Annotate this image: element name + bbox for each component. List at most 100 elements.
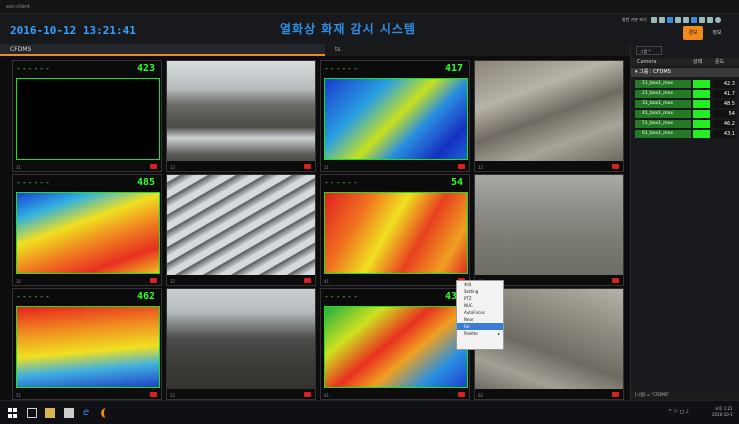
record-icon[interactable] [150, 278, 157, 283]
row-camera-name: 21_box1_max [635, 90, 691, 98]
visual-view-42[interactable]: 42 [474, 174, 624, 286]
layout-2x2-icon[interactable] [658, 17, 665, 23]
status-row[interactable]: 41_box1_max 54 [635, 110, 737, 118]
visual-view-12[interactable]: 12 [166, 60, 316, 172]
menu-item-near[interactable]: Near [457, 316, 503, 323]
status-indicator [693, 120, 710, 128]
filter-footer: [그룹] = "CFDMS" [631, 390, 739, 400]
camera-image [167, 61, 315, 171]
record-icon[interactable] [150, 164, 157, 169]
info-button[interactable]: 정보 [707, 26, 727, 40]
camera-id: 51 [16, 393, 22, 398]
row-temp: 42.3 [713, 80, 735, 88]
visual-view-32[interactable]: 32 [166, 174, 316, 286]
settings-icon[interactable] [682, 17, 689, 23]
view-footer: 61 [321, 389, 469, 399]
edge-icon[interactable]: e [83, 408, 93, 418]
segment-display: ------ [16, 64, 51, 73]
status-row[interactable]: 31_box1_max 48.5 [635, 100, 737, 108]
camera-image [167, 289, 315, 399]
app-taskbar-icon[interactable] [101, 408, 111, 418]
power-icon[interactable] [714, 17, 721, 23]
group-select[interactable]: 그룹 * [636, 46, 662, 55]
camera-id: 52 [170, 393, 176, 398]
menu-item-ptz[interactable]: PTZ [457, 295, 503, 302]
view-footer: 41 [321, 275, 469, 285]
menu-item-nuc[interactable]: NUC [457, 302, 503, 309]
max-temp-readout: 485 [136, 177, 155, 188]
record-icon[interactable] [612, 392, 619, 397]
thermal-view-31[interactable]: ------ 485 31 [12, 174, 162, 286]
task-view-icon[interactable] [27, 408, 37, 418]
system-tray-icons[interactable]: ^ ⚐ ◻ ♪ [668, 409, 689, 415]
record-icon[interactable] [150, 392, 157, 397]
layout-4x4-icon[interactable] [674, 17, 681, 23]
record-icon[interactable] [304, 278, 311, 283]
record-icon[interactable] [304, 392, 311, 397]
row-camera-name: 61_box1_max [635, 130, 691, 138]
status-indicator [693, 80, 710, 88]
status-row[interactable]: 21_box1_max 41.7 [635, 90, 737, 98]
segment-display: ------ [16, 178, 51, 187]
file-explorer-icon[interactable] [45, 408, 55, 418]
menu-item-setting[interactable]: Setting [457, 288, 503, 295]
window-icon[interactable] [706, 17, 713, 23]
record-icon[interactable] [612, 278, 619, 283]
save-icon[interactable] [698, 17, 705, 23]
tab-cfdms[interactable]: CFDMS [0, 44, 325, 56]
menu-item-autofocus[interactable]: AutoFocus [457, 309, 503, 316]
thermal-view-21[interactable]: ------ 417 21 [320, 60, 470, 172]
record-icon[interactable] [612, 164, 619, 169]
tab-ts[interactable]: ts [325, 44, 625, 56]
menu-item-palette[interactable]: Palette ▸ [457, 330, 503, 337]
menu-item-far[interactable]: Far [457, 323, 503, 330]
alarm-button[interactable]: 경보 [683, 26, 703, 40]
taskbar-clock[interactable]: 오후 1:21 2016-10-1 [712, 406, 733, 418]
thermal-view-51[interactable]: ------ 462 51 [12, 288, 162, 400]
monitor-icon[interactable] [690, 17, 697, 23]
filter-text: [그룹] = "CFDMS" [635, 392, 670, 397]
camera-id: 61 [324, 393, 330, 398]
camera-id: 22 [478, 165, 484, 170]
windows-start-icon[interactable] [8, 408, 18, 418]
status-row[interactable]: 51_box1_max 46.2 [635, 120, 737, 128]
tree-group-node[interactable]: ▾ 그룹 : CFDMS [631, 68, 739, 77]
store-icon[interactable] [64, 408, 74, 418]
tab-bar: CFDMS ts [0, 44, 630, 56]
status-table-header: Camera 상태 온도 [631, 58, 739, 66]
thermal-view-41[interactable]: ------ 54 41 [320, 174, 470, 286]
record-icon[interactable] [304, 164, 311, 169]
row-temp: 43.1 [713, 130, 735, 138]
status-row[interactable]: 11_box1_max 42.3 [635, 80, 737, 88]
layout-1x1-icon[interactable] [650, 17, 657, 23]
view-footer: 11 [13, 161, 161, 171]
segment-display: ------ [324, 178, 359, 187]
thermal-view-11[interactable]: ------ 423 11 [12, 60, 162, 172]
record-icon[interactable] [458, 392, 465, 397]
status-row[interactable]: 61_box1_max 43.1 [635, 130, 737, 138]
palette-label: Palette [464, 331, 478, 336]
max-temp-readout: 417 [444, 63, 463, 74]
visual-view-52[interactable]: 52 [166, 288, 316, 400]
thermal-view-61[interactable]: ------ 431 61 [320, 288, 470, 400]
row-temp: 46.2 [713, 120, 735, 128]
datetime-display: 2016-10-12 13:21:41 [10, 24, 136, 37]
view-footer: 52 [167, 389, 315, 399]
submenu-arrow-icon: ▸ [497, 331, 500, 336]
visual-view-22[interactable]: 22 [474, 60, 624, 172]
thermal-image [324, 78, 468, 160]
view-footer: 51 [13, 389, 161, 399]
record-icon[interactable] [458, 164, 465, 169]
layout-3x3-icon[interactable] [666, 17, 673, 23]
menu-item-maximize[interactable]: 최대 [457, 281, 503, 288]
row-camera-name: 41_box1_max [635, 110, 691, 118]
row-camera-name: 11_box1_max [635, 80, 691, 88]
camera-image [167, 175, 315, 285]
status-indicator [693, 110, 710, 118]
camera-id: 62 [478, 393, 484, 398]
camera-image [475, 175, 623, 285]
max-temp-readout: 423 [136, 63, 155, 74]
segment-display: ------ [324, 292, 359, 301]
camera-id: 21 [324, 165, 330, 170]
camera-id: 12 [170, 165, 176, 170]
